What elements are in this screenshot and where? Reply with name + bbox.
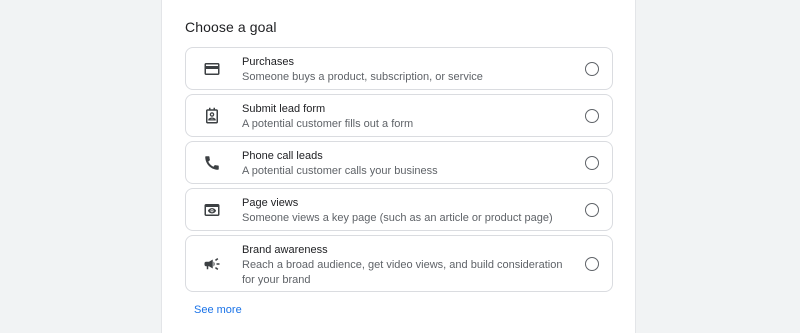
goal-name: Submit lead form [242, 103, 326, 115]
goal-name: Brand awareness [242, 244, 328, 256]
goal-option-submit-lead-form[interactable]: Submit lead form A potential customer fi… [185, 94, 613, 137]
goal-option-phone-call-leads[interactable]: Phone call leads A potential customer ca… [185, 141, 613, 184]
goal-description: A potential customer calls your business [242, 165, 438, 177]
goal-option-purchases[interactable]: Purchases Someone buys a product, subscr… [185, 47, 613, 90]
radio-button[interactable] [585, 61, 599, 76]
goal-option-brand-awareness[interactable]: Brand awareness Reach a broad audience, … [185, 235, 613, 292]
goal-description: Someone views a key page (such as an art… [242, 212, 553, 224]
see-more-link[interactable]: See more [194, 304, 242, 316]
section-title: Choose a goal [185, 19, 277, 35]
radio-button[interactable] [585, 108, 599, 123]
goal-name: Phone call leads [242, 150, 323, 162]
phone-icon [203, 154, 221, 172]
contact-form-icon [203, 107, 221, 125]
goal-option-page-views[interactable]: Page views Someone views a key page (suc… [185, 188, 613, 231]
goal-name: Purchases [242, 56, 294, 68]
goal-description: Reach a broad audience, get video views,… [242, 259, 563, 286]
goal-description: A potential customer fills out a form [242, 118, 414, 130]
radio-button[interactable] [585, 202, 599, 217]
eye-page-icon [203, 201, 221, 219]
radio-button[interactable] [585, 256, 599, 271]
goal-panel: Choose a goal Purchases Someone buys a p… [161, 0, 636, 333]
radio-button[interactable] [585, 155, 599, 170]
megaphone-icon [203, 255, 221, 273]
goal-name: Page views [242, 197, 299, 209]
goal-description: Someone buys a product, subscription, or… [242, 71, 483, 83]
credit-card-icon [203, 60, 221, 78]
